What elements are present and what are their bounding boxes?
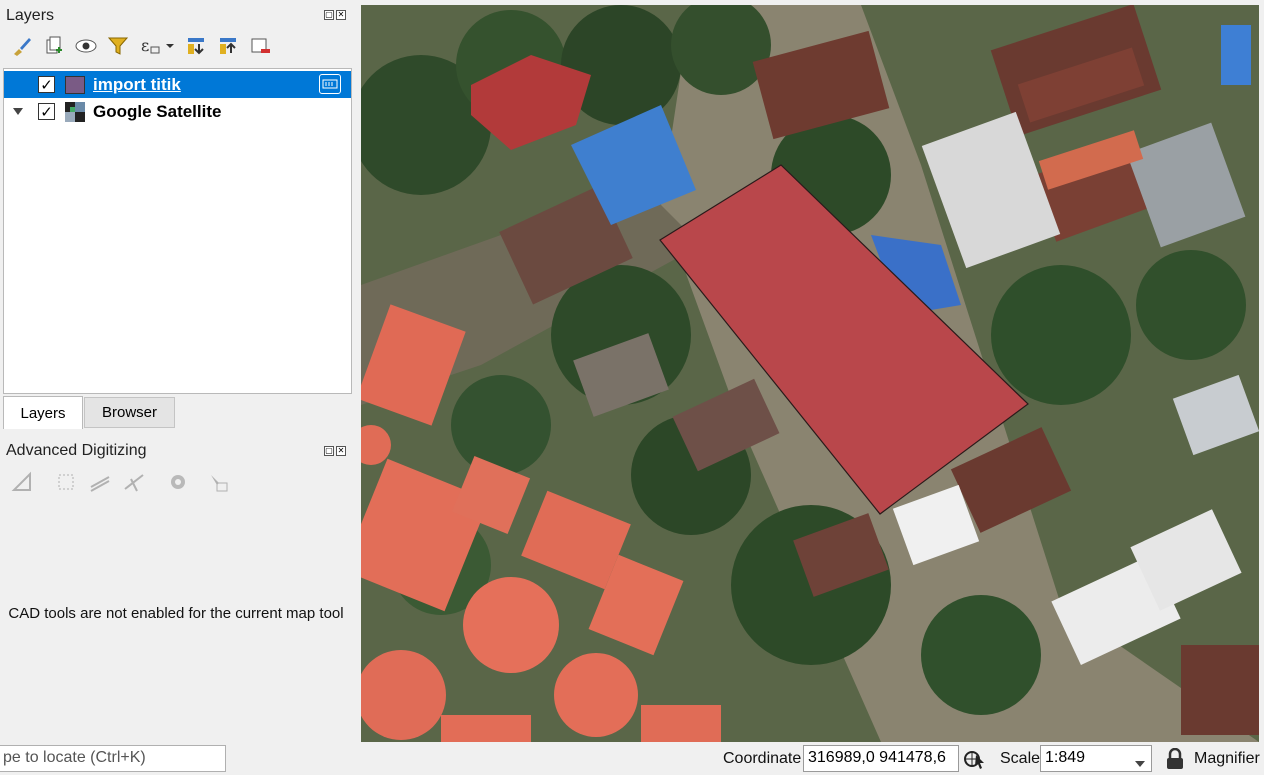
layer-row-google-satellite[interactable]: ✓ Google Satellite: [4, 98, 351, 125]
locator-search-input[interactable]: pe to locate (Ctrl+K): [0, 745, 226, 772]
left-dock: Layers ▢ ✕ ε ✓ import titik ✓ Google Sat…: [0, 0, 360, 742]
digitizing-toolbar: [10, 470, 230, 494]
enable-cad-icon[interactable]: [10, 470, 34, 494]
toggle-extents-mouse-icon[interactable]: [962, 747, 986, 774]
float-panel-icon[interactable]: ▢: [324, 446, 334, 456]
close-panel-icon[interactable]: ✕: [336, 446, 346, 456]
layers-panel-buttons: ▢ ✕: [324, 10, 346, 20]
add-group-icon[interactable]: [42, 34, 66, 58]
coordinate-field[interactable]: 316989,0 941478,6: [803, 745, 959, 772]
expand-arrow-icon[interactable]: [13, 107, 23, 116]
filter-icon[interactable]: [106, 34, 130, 58]
satellite-imagery: [361, 5, 1259, 742]
settings-gear-icon[interactable]: [166, 470, 190, 494]
tab-layers[interactable]: Layers: [3, 396, 83, 429]
chevron-down-icon: [1135, 755, 1145, 771]
paint-brush-icon[interactable]: [10, 34, 34, 58]
float-panel-icon[interactable]: ▢: [324, 10, 334, 20]
layer-name: Google Satellite: [93, 101, 222, 121]
scale-label: Scale: [1000, 750, 1041, 767]
scale-combobox[interactable]: 1:849: [1040, 745, 1152, 772]
lock-icon[interactable]: [1165, 747, 1185, 773]
perpendicular-icon[interactable]: [122, 470, 146, 494]
eye-icon[interactable]: [74, 34, 98, 58]
polygon-symbol-swatch: [65, 75, 85, 94]
scale-value: 1:849: [1045, 749, 1086, 766]
magnifier-label: Magnifier: [1194, 750, 1260, 767]
construction-mode-icon[interactable]: [54, 470, 78, 494]
layer-visibility-checkbox[interactable]: ✓: [38, 76, 55, 94]
layer-name: import titik: [93, 74, 181, 94]
collapse-all-icon[interactable]: [216, 34, 240, 58]
layer-visibility-checkbox[interactable]: ✓: [38, 103, 55, 121]
layer-row-import-titik[interactable]: ✓ import titik: [4, 71, 351, 98]
map-canvas[interactable]: [361, 5, 1259, 742]
floater-icon[interactable]: [206, 470, 230, 494]
statusbar: pe to locate (Ctrl+K) Coordinate 316989,…: [0, 742, 1264, 775]
svg-text:ε: ε: [141, 36, 149, 55]
parallel-icon[interactable]: [88, 470, 112, 494]
layers-panel-title: Layers: [6, 7, 55, 24]
close-panel-icon[interactable]: ✕: [336, 10, 346, 20]
digitizing-panel-title: Advanced Digitizing: [6, 442, 147, 459]
raster-layer-icon: [65, 101, 85, 122]
expand-all-icon[interactable]: [184, 34, 208, 58]
coordinate-label: Coordinate: [723, 750, 802, 767]
expression-icon[interactable]: ε: [138, 34, 176, 58]
remove-layer-icon[interactable]: [248, 34, 272, 58]
digitizing-panel-buttons: ▢ ✕: [324, 446, 346, 456]
edit-toggle-icon[interactable]: [319, 74, 341, 94]
tab-browser[interactable]: Browser: [84, 397, 175, 428]
layers-toolbar: ε: [10, 34, 272, 58]
layer-tree[interactable]: ✓ import titik ✓ Google Satellite: [3, 68, 352, 394]
cad-disabled-message: CAD tools are not enabled for the curren…: [8, 605, 344, 622]
